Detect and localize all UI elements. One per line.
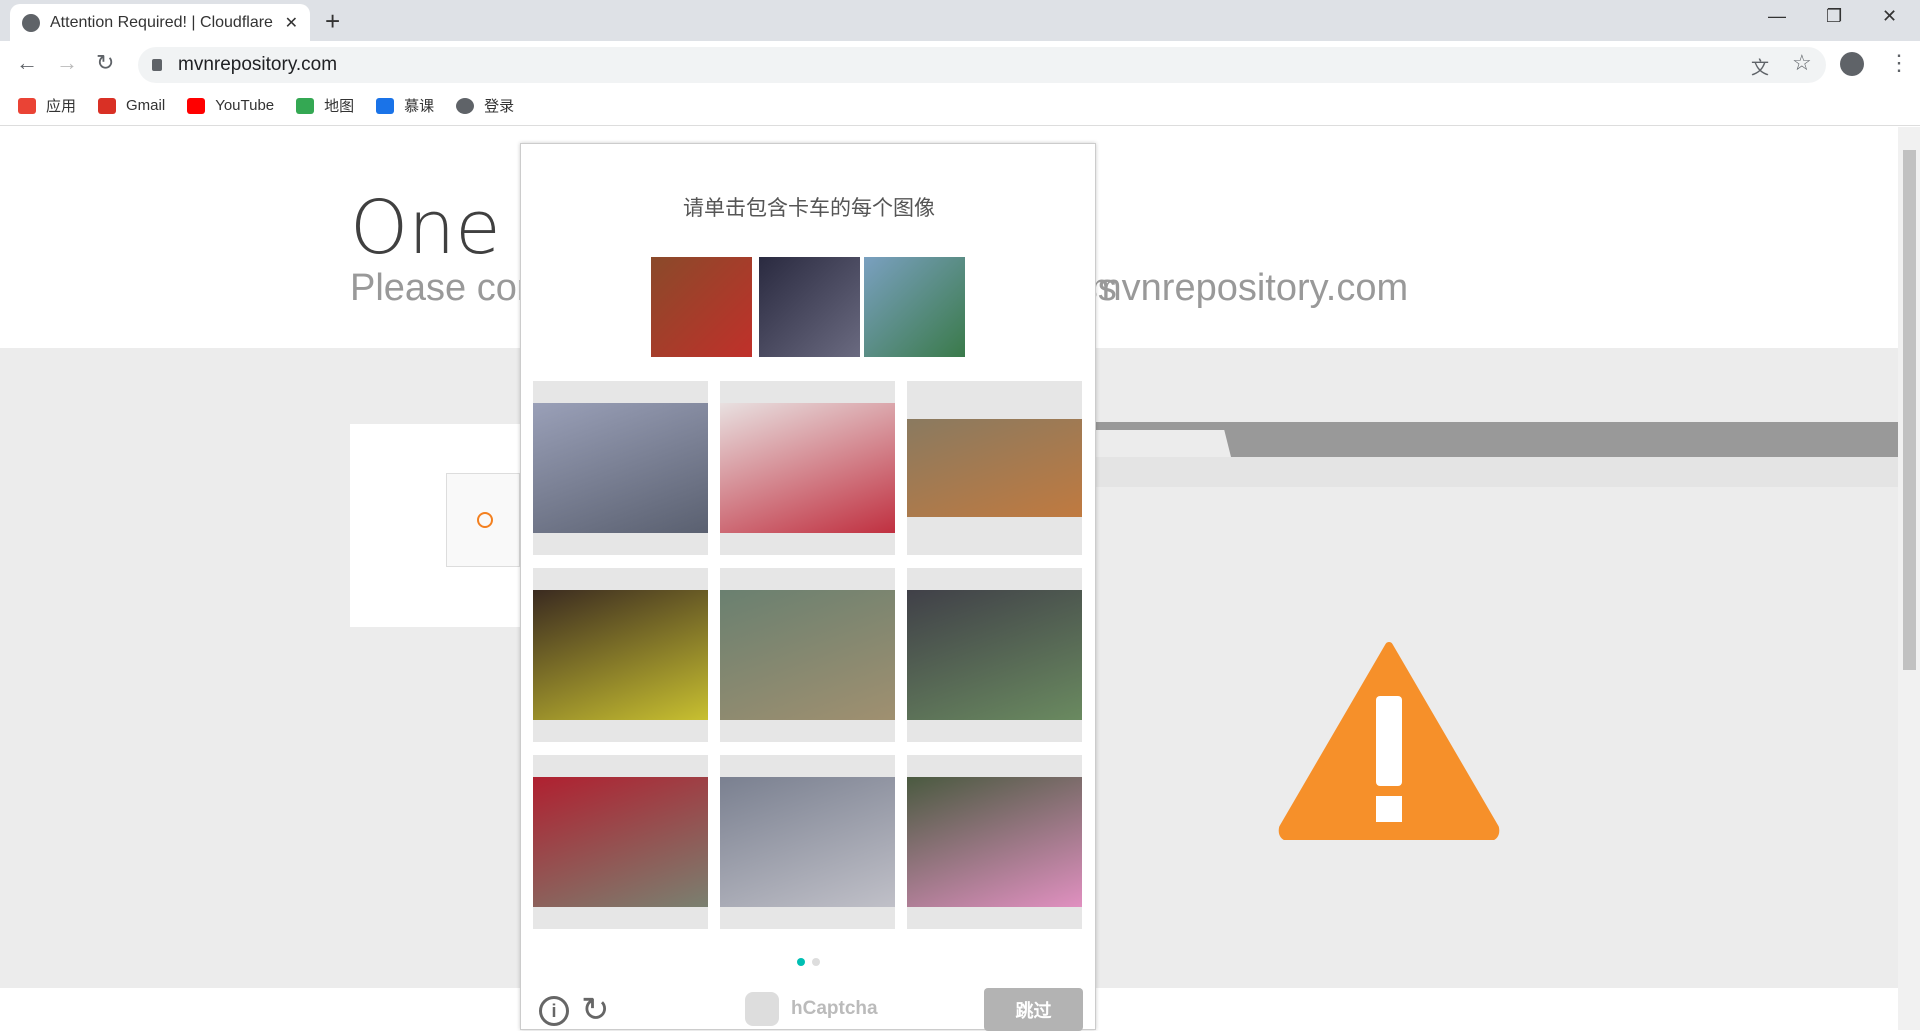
sample-image-garbage-truck xyxy=(864,257,965,357)
mooc-icon xyxy=(376,97,395,114)
bookmark-label: Gmail xyxy=(126,97,166,114)
sample-image-fire-truck xyxy=(651,257,752,357)
scrollbar-thumb[interactable] xyxy=(1903,150,1916,670)
translate-icon[interactable]: ⽂ xyxy=(1751,54,1769,80)
tile-image xyxy=(533,403,708,533)
bookmark-label: 慕课 xyxy=(404,98,435,115)
url-text: mvnrepository.com xyxy=(178,54,338,75)
image-tile-motorbike[interactable] xyxy=(533,568,708,742)
image-tile-train-platform[interactable] xyxy=(720,755,895,929)
refresh-icon[interactable]: ↻ xyxy=(581,990,610,1030)
profile-icon[interactable] xyxy=(1840,52,1864,76)
address-bar[interactable]: mvnrepository.com xyxy=(138,47,1826,83)
image-tile-truck[interactable] xyxy=(533,381,708,555)
tile-image xyxy=(720,777,895,907)
bookmark-gmail[interactable]: Gmail xyxy=(98,97,165,114)
challenge-prompt: 请单击包含卡车的每个图像 xyxy=(683,197,935,220)
bookmark-label: YouTube xyxy=(215,97,275,114)
tile-image xyxy=(907,590,1082,720)
image-tile-canoe[interactable] xyxy=(720,568,895,742)
bookmark-label: 地图 xyxy=(324,98,355,115)
captcha-checkbox[interactable] xyxy=(446,473,520,567)
page-dot-active[interactable] xyxy=(797,958,805,966)
bookmark-login[interactable]: 登录 xyxy=(456,95,514,116)
illustration-tab xyxy=(1096,430,1231,457)
close-tab-icon[interactable]: ✕ xyxy=(285,13,298,33)
bookmark-label: 登录 xyxy=(484,98,515,115)
tile-image xyxy=(533,777,708,907)
bookmark-youtube[interactable]: YouTube xyxy=(187,97,274,114)
globe-icon xyxy=(456,97,475,114)
restore-button[interactable]: ❐ xyxy=(1826,6,1842,27)
tile-image xyxy=(533,590,708,720)
bookmark-star-icon[interactable]: ☆ xyxy=(1792,50,1812,76)
image-tile-red-car[interactable] xyxy=(533,755,708,929)
reload-icon[interactable]: ↻ xyxy=(96,50,114,76)
warning-icon xyxy=(1278,642,1500,840)
tile-image xyxy=(720,403,895,533)
maps-icon xyxy=(296,97,315,114)
illustration-band xyxy=(1096,457,1898,487)
skip-button[interactable]: 跳过 xyxy=(984,988,1083,1031)
bookmark-apps[interactable]: 应用 xyxy=(18,95,76,116)
menu-icon[interactable]: ⋮ xyxy=(1888,50,1910,76)
minimize-button[interactable]: — xyxy=(1768,6,1786,27)
info-icon[interactable]: i xyxy=(539,996,569,1026)
image-tile-scooters[interactable] xyxy=(720,381,895,555)
back-icon[interactable]: ← xyxy=(16,50,38,76)
hcaptcha-challenge: 请单击包含卡车的每个图像 i ↻ hCaptcha 跳过 xyxy=(520,143,1096,1031)
close-window-button[interactable]: ✕ xyxy=(1882,6,1897,27)
sample-image-truck-cab xyxy=(759,257,860,357)
youtube-icon xyxy=(187,97,206,114)
loading-spinner-icon xyxy=(477,512,493,528)
globe-icon xyxy=(22,13,40,32)
image-tile-motorcycle[interactable] xyxy=(907,568,1082,742)
tab-active[interactable]: Attention Required! | Cloudflare ✕ xyxy=(10,4,310,41)
bookmark-mooc[interactable]: 慕课 xyxy=(376,95,434,116)
tile-image xyxy=(907,419,1082,517)
bookmarks-bar: 应用 Gmail YouTube 地图 慕课 登录 xyxy=(0,86,1920,126)
lock-icon xyxy=(152,59,162,71)
tab-title: Attention Required! | Cloudflare xyxy=(50,13,273,31)
gmail-icon xyxy=(98,97,117,114)
new-tab-button[interactable]: + xyxy=(325,6,340,37)
hcaptcha-hand-icon xyxy=(745,992,779,1026)
brand-text: hCaptcha xyxy=(791,998,878,1019)
bookmark-label: 应用 xyxy=(46,98,77,115)
image-tile-train[interactable] xyxy=(907,381,1082,555)
tile-image xyxy=(907,777,1082,907)
hcaptcha-logo: hCaptcha xyxy=(745,992,878,1026)
forward-icon[interactable]: → xyxy=(56,50,78,76)
bookmark-maps[interactable]: 地图 xyxy=(296,95,354,116)
apps-icon xyxy=(18,97,36,114)
tile-image xyxy=(720,590,895,720)
image-tile-pedal-boat[interactable] xyxy=(907,755,1082,929)
page-dot[interactable] xyxy=(812,958,820,966)
domain-text: mvnrepository.com xyxy=(1090,267,1409,309)
